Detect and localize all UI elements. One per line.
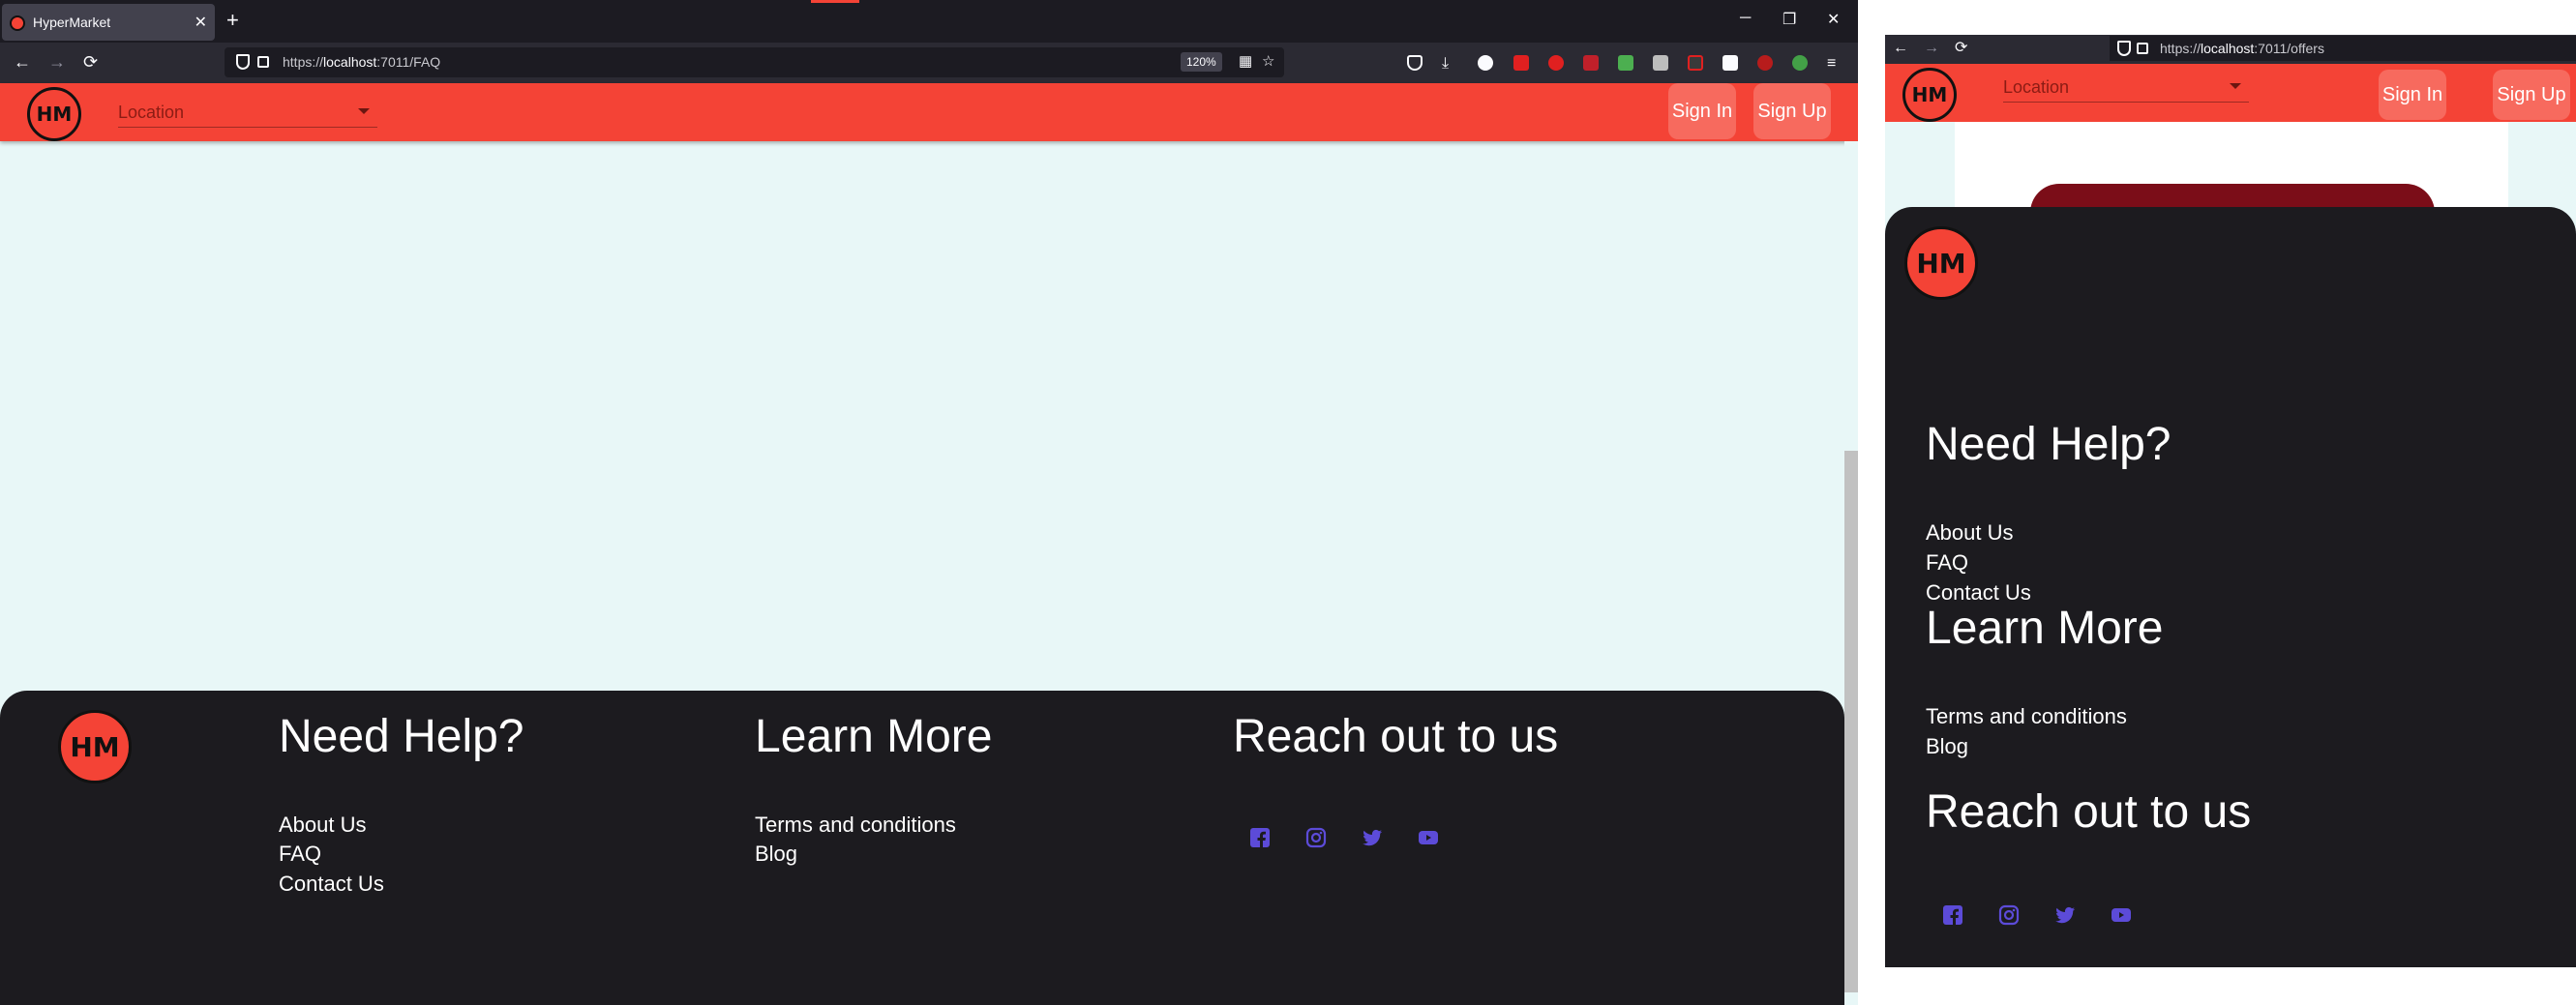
- right-sign-in-button[interactable]: Sign In: [2379, 70, 2446, 120]
- extension-icon-8[interactable]: [1722, 55, 1738, 71]
- extension-icon-3[interactable]: [1548, 55, 1564, 71]
- extension-icon-7[interactable]: [1688, 55, 1703, 71]
- facebook-icon[interactable]: [1248, 826, 1272, 849]
- need-help-heading: Need Help?: [279, 711, 524, 762]
- reach-out-heading: Reach out to us: [1233, 711, 1559, 762]
- right-chevron-down-icon: [2230, 83, 2241, 89]
- right-lock-icon[interactable]: [2137, 43, 2148, 54]
- left-browser-window: HyperMarket ✕ + ─ ❐ ✕ ← → ⟳ https://loca…: [0, 0, 1858, 1005]
- minimize-button[interactable]: ─: [1740, 10, 1751, 27]
- favicon-icon: [10, 15, 25, 31]
- restore-button[interactable]: ❐: [1782, 10, 1796, 29]
- extension-icon-4[interactable]: [1583, 55, 1599, 71]
- learn-more-heading: Learn More: [755, 711, 993, 762]
- location-select[interactable]: Location: [118, 93, 377, 128]
- url-text[interactable]: https://localhost:7011/FAQ: [283, 54, 440, 70]
- sign-in-button[interactable]: Sign In: [1668, 83, 1736, 139]
- footer-link-about-us[interactable]: About Us: [279, 813, 367, 838]
- browser-toolbar: ← → ⟳ https://localhost:7011/FAQ 120% ▦ …: [0, 43, 1858, 83]
- right-footer-link-blog[interactable]: Blog: [1926, 734, 1968, 759]
- youtube-icon[interactable]: [1417, 826, 1440, 849]
- page-scrollbar[interactable]: [1844, 141, 1858, 1005]
- right-shield-icon[interactable]: [2117, 41, 2131, 56]
- right-learn-more-heading: Learn More: [1926, 603, 2164, 654]
- sign-up-button[interactable]: Sign Up: [1753, 83, 1831, 139]
- extension-icon-10[interactable]: [1792, 55, 1808, 71]
- qr-grid-icon[interactable]: ▦: [1239, 54, 1254, 70]
- zoom-level[interactable]: 120%: [1181, 52, 1222, 72]
- extension-icon-2[interactable]: [1513, 55, 1529, 71]
- right-sign-up-button[interactable]: Sign Up: [2493, 70, 2570, 120]
- right-app-header: HM Location Sign In Sign Up: [1885, 64, 2576, 122]
- right-twitter-icon[interactable]: [2053, 903, 2077, 927]
- right-location-placeholder: Location: [2003, 77, 2070, 97]
- hm-logo[interactable]: HM: [27, 87, 81, 141]
- right-footer-hm-logo: HM: [1904, 226, 1978, 300]
- extension-icon-6[interactable]: [1653, 55, 1668, 71]
- right-instagram-icon[interactable]: [1997, 903, 2021, 927]
- instagram-icon[interactable]: [1304, 826, 1328, 849]
- right-hm-logo[interactable]: HM: [1902, 68, 1957, 122]
- pocket-icon[interactable]: [1407, 55, 1423, 71]
- tab-bar-accent: [811, 0, 859, 3]
- right-browser-toolbar: ← → ⟳ https://localhost:7011/offers: [1885, 35, 2576, 64]
- right-site-footer: HM Need Help? About Us FAQ Contact Us Le…: [1885, 207, 2576, 967]
- right-footer-link-terms[interactable]: Terms and conditions: [1926, 704, 2127, 729]
- reload-button[interactable]: ⟳: [83, 52, 98, 72]
- right-facebook-icon[interactable]: [1941, 903, 1964, 927]
- right-footer-link-about-us[interactable]: About Us: [1926, 520, 2014, 546]
- window-close-button[interactable]: ✕: [1827, 10, 1840, 29]
- site-footer: HM Need Help? About Us FAQ Contact Us Le…: [0, 691, 1844, 1005]
- right-url-bar[interactable]: https://localhost:7011/offers: [2110, 36, 2576, 61]
- right-reload-button[interactable]: ⟳: [1955, 39, 1967, 58]
- browser-tab-hypermarket[interactable]: HyperMarket ✕: [2, 4, 215, 41]
- download-icon[interactable]: ⤓: [1442, 55, 1457, 72]
- right-need-help-heading: Need Help?: [1926, 419, 2172, 470]
- url-bar[interactable]: https://localhost:7011/FAQ 120% ▦ ☆: [225, 47, 1284, 77]
- footer-link-terms[interactable]: Terms and conditions: [755, 813, 956, 838]
- back-button[interactable]: ←: [14, 52, 31, 72]
- extension-icon-9[interactable]: [1757, 55, 1773, 71]
- location-placeholder: Location: [118, 103, 185, 122]
- right-browser-window: ← → ⟳ https://localhost:7011/offers HM L…: [1885, 0, 2576, 1005]
- app-header: HM Location Sign In Sign Up: [0, 83, 1858, 141]
- chevron-down-icon: [358, 108, 370, 114]
- right-back-button[interactable]: ←: [1893, 39, 1908, 58]
- right-youtube-icon[interactable]: [2110, 903, 2133, 927]
- lock-icon[interactable]: [257, 56, 269, 68]
- footer-hm-logo: HM: [58, 710, 132, 783]
- right-footer-link-faq[interactable]: FAQ: [1926, 550, 1968, 576]
- new-tab-button[interactable]: +: [226, 10, 239, 31]
- right-reach-out-heading: Reach out to us: [1926, 786, 2252, 838]
- footer-link-contact-us[interactable]: Contact Us: [279, 872, 384, 897]
- forward-button[interactable]: →: [48, 52, 66, 72]
- tab-bar: HyperMarket ✕ + ─ ❐ ✕: [0, 0, 1858, 43]
- extension-icon-1[interactable]: [1478, 55, 1493, 71]
- bookmark-star-icon[interactable]: ☆: [1262, 54, 1277, 70]
- right-window-bottom: [1885, 967, 2576, 1005]
- scrollbar-thumb[interactable]: [1844, 451, 1858, 992]
- right-location-select[interactable]: Location: [2003, 68, 2249, 103]
- footer-link-blog[interactable]: Blog: [755, 842, 797, 867]
- screenshot-root: HyperMarket ✕ + ─ ❐ ✕ ← → ⟳ https://loca…: [0, 0, 2576, 1005]
- shield-icon[interactable]: [236, 54, 250, 70]
- footer-link-faq[interactable]: FAQ: [279, 842, 321, 867]
- tab-title: HyperMarket: [33, 15, 111, 30]
- right-forward-button[interactable]: →: [1924, 39, 1939, 58]
- extension-icon-5[interactable]: [1618, 55, 1633, 71]
- close-tab-icon[interactable]: ✕: [195, 13, 207, 32]
- right-url-text[interactable]: https://localhost:7011/offers: [2160, 41, 2324, 56]
- twitter-icon[interactable]: [1361, 826, 1384, 849]
- menu-icon[interactable]: ≡: [1827, 55, 1842, 72]
